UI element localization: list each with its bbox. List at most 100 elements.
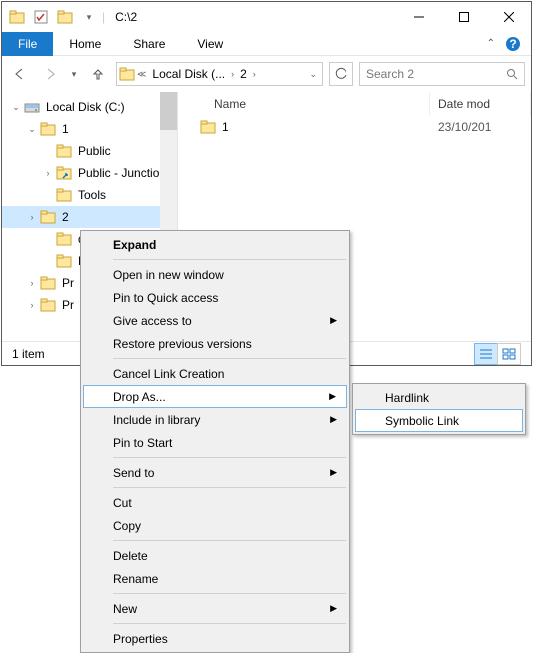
tree-twisty-icon[interactable]: › [26, 278, 38, 288]
disk-icon [24, 99, 40, 115]
tab-view[interactable]: View [181, 33, 239, 55]
tree-twisty-icon[interactable]: ⌄ [26, 124, 38, 135]
menu-copy[interactable]: Copy [83, 514, 347, 537]
chevron-right-icon: ▶ [330, 467, 337, 478]
menu-delete[interactable]: Delete [83, 544, 347, 567]
chevron-right-icon: ▶ [329, 391, 336, 402]
details-view-button[interactable] [474, 343, 498, 365]
maximize-button[interactable] [441, 2, 486, 32]
menu-rename[interactable]: Rename [83, 567, 347, 590]
chevron-right-icon: ▶ [330, 414, 337, 425]
menu-restore[interactable]: Restore previous versions [83, 332, 347, 355]
thumbnails-view-button[interactable] [497, 343, 521, 365]
chevron-right-icon[interactable]: › [231, 69, 234, 79]
folder-icon [40, 209, 56, 225]
tree-item[interactable]: › Public - Junction [2, 162, 177, 184]
tree-label: Tools [74, 188, 106, 202]
folder-icon [119, 66, 135, 82]
folder-icon [56, 231, 72, 247]
search-input[interactable]: Search 2 [359, 62, 525, 86]
tree-label: Public [74, 144, 111, 158]
folder-icon [40, 275, 56, 291]
menu-separator [113, 623, 346, 624]
tree-item[interactable]: ⌄1 [2, 118, 177, 140]
address-dropdown-icon[interactable]: ⌄ [309, 69, 317, 80]
context-menu: Expand Open in new window Pin to Quick a… [80, 230, 350, 653]
tree-label: Pr [58, 298, 74, 312]
folder-icon [56, 143, 72, 159]
qat-chevron-icon[interactable]: ▾ [78, 6, 100, 28]
menu-open-new-window[interactable]: Open in new window [83, 263, 347, 286]
address-bar[interactable]: ≪ Local Disk (... › 2 › ⌄ [116, 62, 323, 86]
folder-icon [200, 119, 216, 135]
recent-chevron-icon[interactable]: ▾ [68, 62, 80, 86]
menu-cancel-link[interactable]: Cancel Link Creation [83, 362, 347, 385]
submenu-symbolic-link[interactable]: Symbolic Link [355, 409, 523, 432]
breadcrumb-seg: 2 [236, 67, 251, 81]
back-button[interactable] [8, 62, 32, 86]
menu-new[interactable]: New▶ [83, 597, 347, 620]
window-title: C:\2 [109, 10, 396, 24]
chevron-right-icon: ▶ [330, 603, 337, 614]
menu-cut[interactable]: Cut [83, 491, 347, 514]
menu-separator [113, 457, 346, 458]
menu-separator [113, 593, 346, 594]
menu-include-library[interactable]: Include in library▶ [83, 408, 347, 431]
tab-share[interactable]: Share [117, 33, 181, 55]
ribbon: File Home Share View ⌃ ? [2, 32, 531, 56]
menu-separator [113, 259, 346, 260]
tree-twisty-icon[interactable]: › [26, 300, 38, 310]
help-icon[interactable]: ? [501, 32, 525, 56]
search-placeholder: Search 2 [366, 67, 502, 81]
item-count: 1 item [12, 347, 45, 361]
tree-item[interactable]: ›2 [2, 206, 177, 228]
menu-give-access[interactable]: Give access to▶ [83, 309, 347, 332]
tree-item[interactable]: Public [2, 140, 177, 162]
chevron-right-icon[interactable]: › [253, 69, 256, 79]
menu-separator [113, 487, 346, 488]
menu-drop-as[interactable]: Drop As...▶ [83, 385, 347, 408]
menu-separator [113, 358, 346, 359]
minimize-button[interactable] [396, 2, 441, 32]
menu-expand[interactable]: Expand [83, 233, 347, 256]
tab-home[interactable]: Home [53, 33, 117, 55]
forward-button[interactable] [38, 62, 62, 86]
tree-item[interactable]: ⌄ Local Disk (C:) [2, 96, 177, 118]
menu-separator [113, 540, 346, 541]
up-button[interactable] [86, 62, 110, 86]
menu-properties[interactable]: Properties [83, 627, 347, 650]
menu-pin-quick-access[interactable]: Pin to Quick access [83, 286, 347, 309]
tree-twisty-icon[interactable]: › [42, 168, 54, 178]
tree-label: Public - Junction [74, 166, 166, 180]
folder-icon [40, 121, 56, 137]
tree-twisty-icon[interactable]: ⌄ [10, 102, 22, 113]
properties-icon[interactable] [30, 6, 52, 28]
menu-send-to[interactable]: Send to▶ [83, 461, 347, 484]
refresh-button[interactable] [329, 62, 353, 86]
chevron-left-icon[interactable]: ≪ [137, 69, 146, 80]
tab-file[interactable]: File [2, 32, 53, 56]
submenu-drop-as: Hardlink Symbolic Link [352, 383, 526, 435]
tree-label: Pr [58, 276, 74, 290]
tree-label: Local Disk (C:) [42, 100, 125, 114]
new-folder-icon[interactable] [54, 6, 76, 28]
tree-label: 1 [58, 122, 69, 136]
folder-icon [56, 187, 72, 203]
tree-label: 2 [58, 210, 69, 224]
close-button[interactable] [486, 2, 531, 32]
folder-icon [56, 253, 72, 269]
ribbon-chevron-icon[interactable]: ⌃ [487, 38, 495, 49]
column-date[interactable]: Date mod [430, 92, 531, 116]
column-name[interactable]: Name [178, 92, 430, 116]
tree-twisty-icon[interactable]: › [26, 212, 38, 222]
tree-item[interactable]: Tools [2, 184, 177, 206]
list-item[interactable]: 123/10/201 [178, 116, 531, 138]
file-name: 1 [222, 120, 229, 134]
junction-icon [56, 165, 72, 181]
folder-icon [40, 297, 56, 313]
folder-icon [6, 6, 28, 28]
menu-pin-start[interactable]: Pin to Start [83, 431, 347, 454]
titlebar: ▾ | C:\2 [2, 2, 531, 32]
breadcrumb-seg: Local Disk (... [148, 67, 229, 81]
submenu-hardlink[interactable]: Hardlink [355, 386, 523, 409]
